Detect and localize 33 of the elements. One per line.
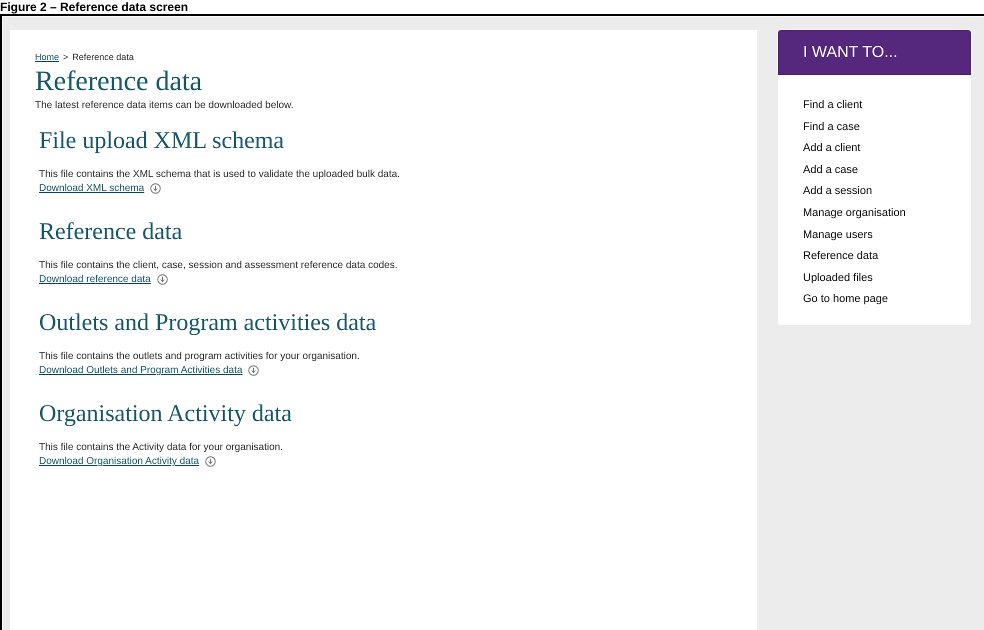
sidebar-link[interactable]: Find a client — [803, 95, 971, 117]
download-link[interactable]: Download Outlets and Program Activities data — [39, 365, 242, 376]
section-description: This file contains the Activity data for your organisation. — [39, 442, 284, 453]
download-link[interactable]: Download reference data — [39, 274, 151, 285]
section-heading: Reference data — [39, 218, 184, 246]
intro-text: The latest reference data items can be downloaded below. — [35, 100, 294, 111]
section-heading: File upload XML schema — [39, 127, 286, 155]
sidebar-link[interactable]: Manage organisation — [803, 202, 971, 225]
sidebar-title: I WANT TO... — [778, 30, 971, 75]
download-link[interactable]: Download Organisation Activity data — [39, 456, 200, 467]
sidebar-link[interactable]: Manage users — [803, 224, 971, 246]
section-heading: Outlets and Program activities data — [39, 309, 378, 337]
download-link[interactable]: Download XML schema — [39, 183, 144, 194]
page-title: Reference data — [35, 66, 204, 98]
download-icon — [150, 183, 162, 194]
download-icon — [248, 365, 260, 376]
section-heading: Organisation Activity data — [39, 400, 293, 428]
sidebar-link[interactable]: Add a case — [803, 160, 971, 182]
section-description: This file contains the outlets and program activities for your organisation. — [39, 351, 361, 362]
sidebar-link[interactable]: Add a client — [803, 138, 971, 160]
figure-caption: Figure 2 – Reference data screen — [0, 0, 190, 14]
breadcrumb-link[interactable]: Home — [35, 52, 60, 62]
download-icon — [205, 456, 216, 467]
section-description: This file contains the client, case, session and assessment reference data codes. — [39, 260, 399, 271]
sidebar-link[interactable]: Reference data — [803, 246, 971, 268]
sidebar-link[interactable]: Add a session — [803, 181, 971, 203]
sidebar-link[interactable]: Go to home page — [803, 289, 971, 311]
breadcrumb-separator: > — [63, 52, 68, 62]
sidebar-link[interactable]: Find a case — [803, 116, 971, 138]
section-description: This file contains the XML schema that is used to validate the uploaded bulk data. — [39, 169, 401, 180]
download-icon — [156, 274, 168, 285]
breadcrumb-current: Reference data — [72, 52, 134, 62]
sidebar-link[interactable]: Uploaded files — [803, 268, 971, 290]
